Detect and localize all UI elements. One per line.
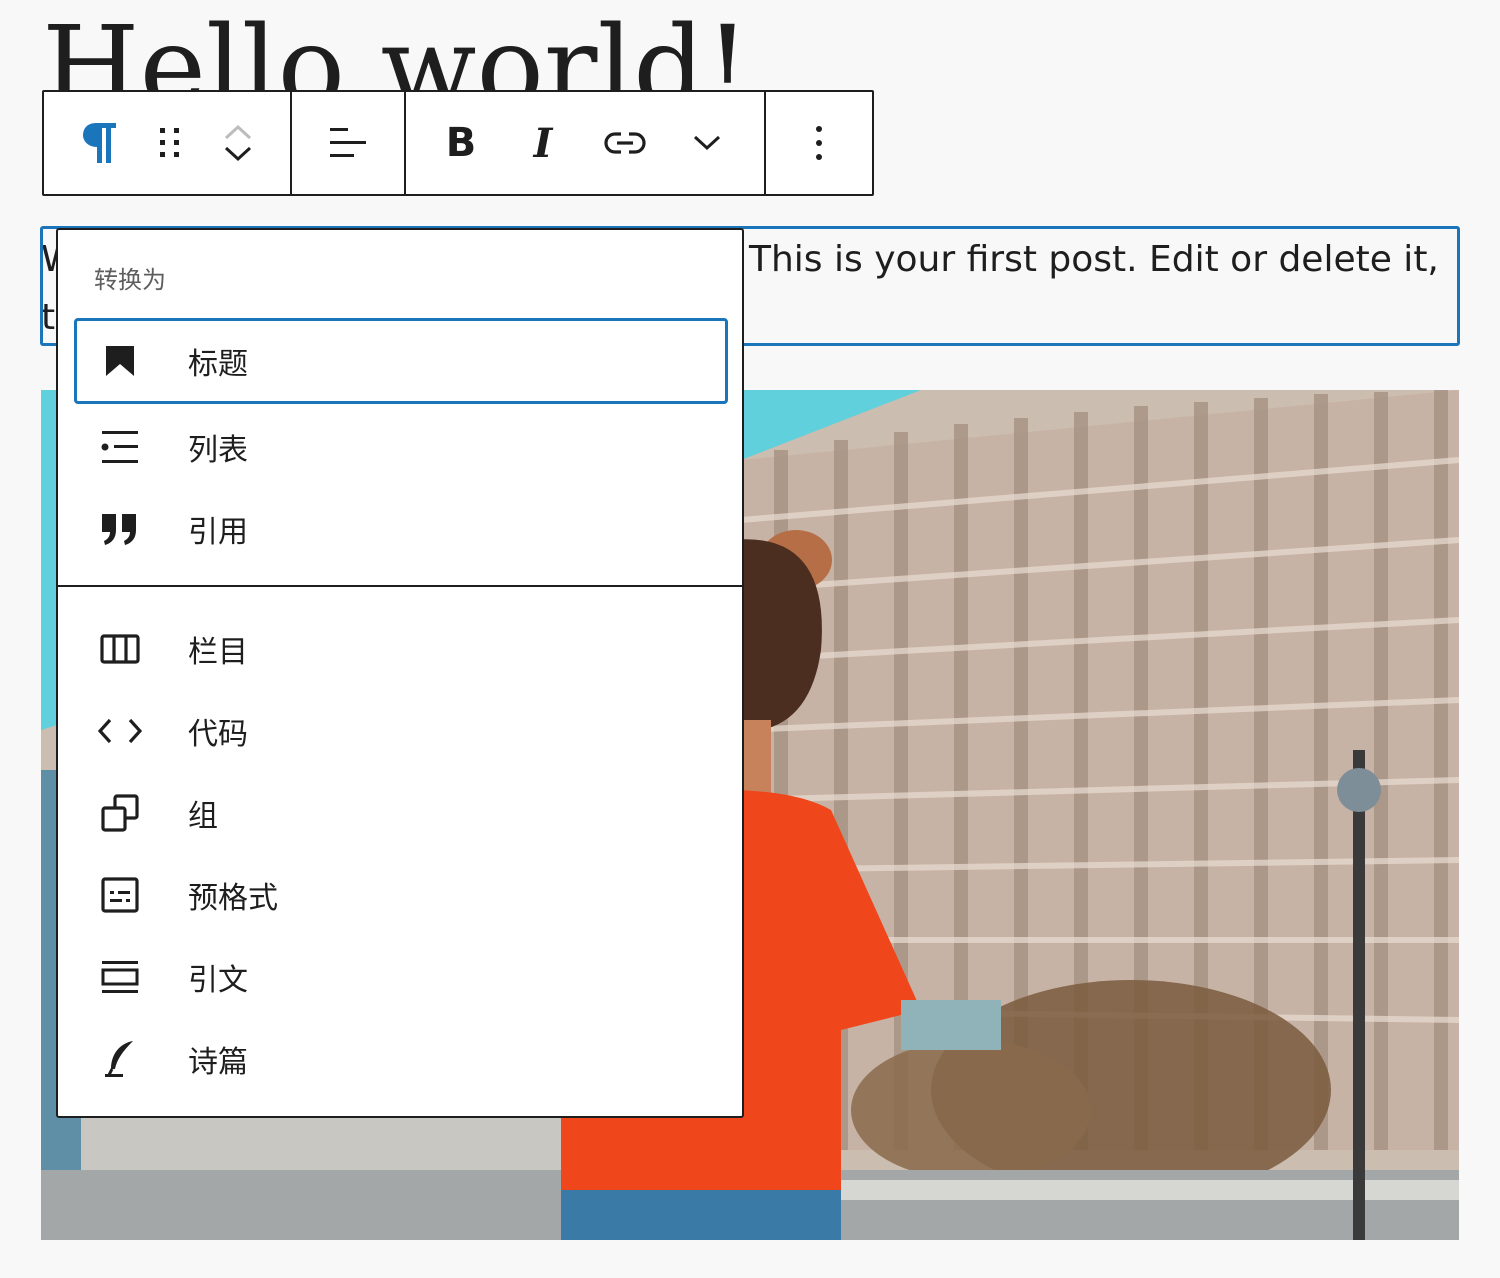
block-type-button[interactable] <box>64 92 136 194</box>
paragraph-icon <box>82 121 118 165</box>
transform-quote-label: 引用 <box>188 515 248 550</box>
drag-handle-icon <box>158 126 182 160</box>
drag-handle-button[interactable] <box>136 92 204 194</box>
formatting-group: B I <box>406 92 766 194</box>
transform-menu: 转换为 标题 列表 引用 栏目 代码 组 预格式 引文 诗篇 <box>56 228 744 1118</box>
transform-list[interactable]: 列表 <box>74 404 728 490</box>
transform-columns-label: 栏目 <box>188 635 248 670</box>
bold-button[interactable]: B <box>420 92 502 194</box>
chevron-down-icon <box>693 135 721 151</box>
alignment-group <box>292 92 406 194</box>
transform-verse[interactable]: 诗篇 <box>74 1016 728 1102</box>
code-icon <box>98 709 142 753</box>
transform-columns[interactable]: 栏目 <box>74 606 728 692</box>
transform-heading[interactable]: 标题 <box>74 318 728 404</box>
transform-quote[interactable]: 引用 <box>74 486 728 572</box>
transform-pullquote-label: 引文 <box>188 963 248 998</box>
chevron-up-icon[interactable] <box>224 124 252 140</box>
align-left-icon <box>328 126 368 160</box>
italic-icon: I <box>533 119 553 167</box>
link-button[interactable] <box>584 92 666 194</box>
more-vertical-icon <box>815 125 823 161</box>
pullquote-icon <box>98 955 142 999</box>
italic-button[interactable]: I <box>502 92 584 194</box>
chevron-down-icon[interactable] <box>224 146 252 162</box>
transform-list-label: 列表 <box>188 433 248 468</box>
block-controls-group <box>44 92 292 194</box>
align-button[interactable] <box>328 92 368 194</box>
block-toolbar: B I <box>42 90 874 196</box>
columns-icon <box>98 627 142 671</box>
list-icon <box>98 425 142 469</box>
transform-verse-label: 诗篇 <box>188 1045 248 1080</box>
verse-icon <box>98 1037 142 1081</box>
transform-code[interactable]: 代码 <box>74 688 728 774</box>
link-icon <box>603 129 647 157</box>
transform-preformatted-label: 预格式 <box>188 881 278 916</box>
options-group <box>766 92 872 194</box>
transform-code-label: 代码 <box>188 717 248 752</box>
transform-preformatted[interactable]: 预格式 <box>74 852 728 938</box>
heading-icon <box>98 339 142 383</box>
transform-pullquote[interactable]: 引文 <box>74 934 728 1020</box>
paragraph-text-line2-start: t <box>41 297 56 338</box>
post-title[interactable]: Hello world! <box>42 0 942 90</box>
options-button[interactable] <box>815 92 823 194</box>
transform-menu-header: 转换为 <box>94 266 166 294</box>
more-rich-text-button[interactable] <box>666 92 748 194</box>
group-icon <box>98 791 142 835</box>
bold-icon: B <box>445 120 477 166</box>
transform-heading-label: 标题 <box>188 347 248 382</box>
paragraph-text[interactable]: This is your first post. Edit or delete … <box>749 231 1439 289</box>
preformatted-icon <box>98 873 142 917</box>
block-mover <box>204 92 272 194</box>
quote-icon <box>98 507 142 551</box>
transform-group[interactable]: 组 <box>74 770 728 856</box>
transform-menu-divider <box>58 585 742 587</box>
transform-group-label: 组 <box>188 799 218 834</box>
